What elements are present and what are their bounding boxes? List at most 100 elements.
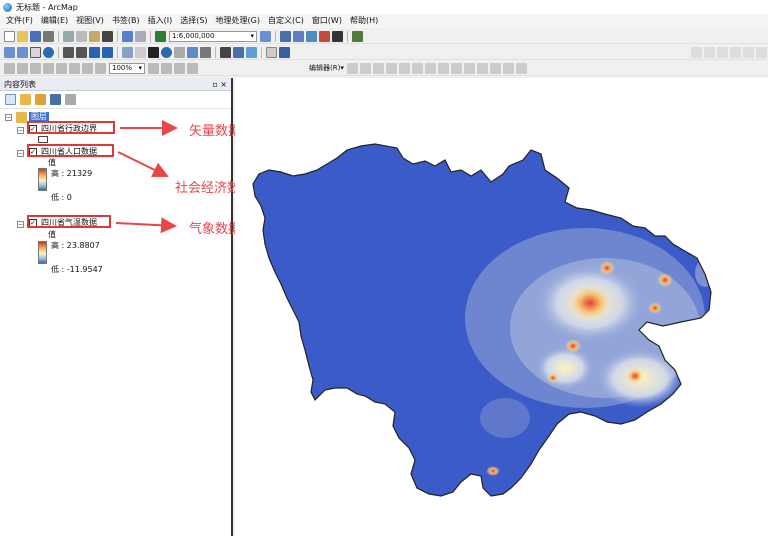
fixed-zoom-out-icon[interactable] [76,46,87,58]
previous-extent-layout-icon[interactable] [95,62,106,74]
full-extent-icon[interactable] [43,46,54,58]
edit-tool-icon[interactable] [346,62,358,74]
pan-icon[interactable] [30,46,41,58]
split-icon[interactable] [463,62,475,74]
paste-icon[interactable] [89,30,100,42]
annotation-arrows [115,120,178,234]
zoom-in-icon[interactable] [4,46,15,58]
fixed-zoom-out-layout-icon[interactable] [82,62,93,74]
go-to-xy-icon[interactable] [246,46,257,58]
font-color-icon[interactable] [756,46,767,58]
hyperlink-icon[interactable] [174,46,185,58]
arrow-socioeconomic [117,151,169,178]
cut-icon[interactable] [63,30,74,42]
menu-selection[interactable]: 选择(S) [176,14,211,28]
table-of-contents-panel: 内容列表 ▫ × − 图层 − ✓ 四川省行政边界 − ✓ 四川省人口数据 值 … [0,78,253,536]
time-slider-icon[interactable] [266,46,277,58]
redo-icon[interactable] [135,30,146,42]
menu-edit[interactable]: 编辑(E) [37,14,72,28]
open-folder-icon[interactable] [17,30,28,42]
rotate-tool-icon[interactable] [717,46,728,58]
text-tool-icon[interactable] [704,46,715,58]
catalog-icon[interactable] [293,30,304,42]
cut-polygons-icon[interactable] [450,62,462,74]
menu-windows[interactable]: 窗口(W) [308,14,346,28]
measure-icon[interactable] [200,46,211,58]
html-popup-icon[interactable] [187,46,198,58]
trace-icon[interactable] [398,62,410,74]
layout-toolbar: 100% ▾ 编辑器(R)▾ [0,61,768,76]
menu-geoprocessing[interactable]: 地理处理(G) [212,14,264,28]
add-data-icon[interactable] [155,30,166,42]
model-builder-icon[interactable] [352,30,363,42]
edit-annotation-icon[interactable] [359,62,371,74]
editor-toolbar-icon[interactable] [260,30,271,42]
arrow-climate [115,217,177,234]
reshape-icon[interactable] [437,62,449,74]
select-elements-icon[interactable] [148,46,159,58]
python-window-icon[interactable] [332,30,343,42]
change-layout-icon[interactable] [174,62,185,74]
data-driven-pages-icon[interactable] [187,62,198,74]
window-title: 无标题 - ArcMap [16,2,78,12]
toggle-draft-mode-icon[interactable] [148,62,159,74]
select-features-icon[interactable] [122,46,133,58]
attributes-icon[interactable] [489,62,501,74]
menu-file[interactable]: 文件(F) [2,14,37,28]
back-extent-icon[interactable] [89,46,100,58]
layout-pan-icon[interactable] [30,62,41,74]
find-route-icon[interactable] [233,46,244,58]
fixed-zoom-in-layout-icon[interactable] [69,62,80,74]
rotate-icon[interactable] [476,62,488,74]
viewer-window-icon[interactable] [279,46,290,58]
new-document-icon[interactable] [4,30,15,42]
sketch-properties-icon[interactable] [502,62,514,74]
focus-data-frame-icon[interactable] [161,62,172,74]
arcmap-app-icon [3,2,12,12]
straight-segment-icon[interactable] [372,62,384,74]
menu-bookmarks[interactable]: 书签(B) [108,14,144,28]
save-icon[interactable] [30,30,41,42]
create-features-icon[interactable] [515,62,527,74]
edit-vertices-icon[interactable] [424,62,436,74]
menu-insert[interactable]: 插入(I) [144,14,177,28]
menu-customize[interactable]: 自定义(C) [264,14,308,28]
chevron-down-icon: ▾ [250,32,254,40]
undo-icon[interactable] [122,30,133,42]
chevron-down-icon: ▾ [138,64,142,72]
zoom-100-percent-icon[interactable] [56,62,67,74]
layout-zoom-in-icon[interactable] [4,62,15,74]
search-window-icon[interactable] [306,30,317,42]
menu-bar: 文件(F) 编辑(E) 视图(V) 书签(B) 插入(I) 选择(S) 地理处理… [0,14,768,28]
sichuan-map[interactable] [235,78,768,536]
table-of-contents-icon[interactable] [280,30,291,42]
point-icon[interactable] [411,62,423,74]
identify-icon[interactable] [161,46,172,58]
copy-icon[interactable] [76,30,87,42]
find-icon[interactable] [220,46,231,58]
print-icon[interactable] [43,30,54,42]
layout-zoom-out-icon[interactable] [17,62,28,74]
clear-selection-icon[interactable] [135,46,146,58]
standard-toolbar: 1:6,000,000 ▾ [0,29,768,44]
layout-zoom-select[interactable]: 100% ▾ [109,62,145,74]
zoom-whole-page-icon[interactable] [43,62,54,74]
menu-view[interactable]: 视图(V) [72,14,108,28]
menu-help[interactable]: 帮助(H) [346,14,382,28]
draw-tool-icon[interactable] [691,46,702,58]
fill-color-icon[interactable] [730,46,741,58]
map-scale-value: 1:6,000,000 [172,32,215,40]
map-scale-select[interactable]: 1:6,000,000 ▾ [169,30,257,42]
editor-menu[interactable]: 编辑器(R)▾ [309,63,344,73]
arctoolbox-icon[interactable] [319,30,330,42]
zoom-out-icon[interactable] [17,46,28,58]
map-view[interactable] [235,78,768,536]
tools-toolbar [0,45,768,60]
fixed-zoom-in-icon[interactable] [63,46,74,58]
annotation-climate-data: 气象数据 [189,222,242,237]
delete-icon[interactable] [102,30,113,42]
line-color-icon[interactable] [743,46,754,58]
annotation-vector-data: 矢量数据 [189,124,242,139]
forward-extent-icon[interactable] [102,46,113,58]
end-point-arc-icon[interactable] [385,62,397,74]
